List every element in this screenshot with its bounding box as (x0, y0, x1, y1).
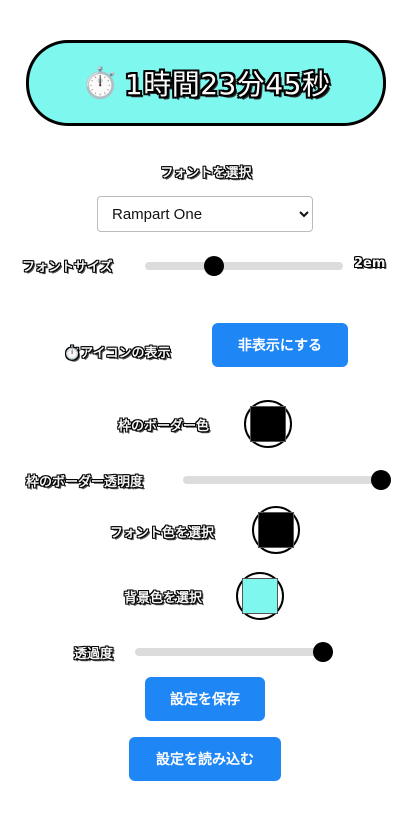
timer-text: 1時間23分45秒 (124, 68, 331, 101)
font-select-label: フォントを選択 (160, 166, 252, 181)
bg-color-swatch (242, 578, 278, 614)
border-color-picker[interactable] (244, 400, 292, 448)
font-select[interactable]: Rampart One (97, 196, 313, 232)
opacity-slider-thumb[interactable] (313, 642, 334, 662)
stopwatch-icon: ⏱️ (81, 65, 119, 101)
border-opacity-slider[interactable] (183, 470, 391, 490)
opacity-slider[interactable] (135, 642, 334, 662)
bg-color-picker[interactable] (236, 572, 284, 620)
border-color-swatch (250, 406, 286, 442)
font-color-swatch (258, 512, 294, 548)
font-color-picker[interactable] (252, 506, 300, 554)
icon-toggle-label: ⏱️アイコンの表示 (64, 346, 171, 361)
font-color-label: フォント色を選択 (110, 526, 215, 541)
load-settings-button[interactable]: 設定を読み込む (129, 737, 281, 781)
font-size-slider-thumb[interactable] (204, 256, 225, 276)
font-size-label: フォントサイズ (22, 260, 113, 275)
hide-icon-button[interactable]: 非表示にする (212, 323, 348, 367)
font-size-slider[interactable] (145, 256, 343, 276)
timer-display: ⏱️ 1時間23分45秒 (26, 40, 386, 126)
bg-color-label: 背景色を選択 (124, 591, 203, 606)
font-size-value: 2em (354, 256, 386, 271)
border-opacity-slider-thumb[interactable] (371, 470, 391, 490)
save-settings-button[interactable]: 設定を保存 (145, 677, 265, 721)
border-color-label: 枠のボーダー色 (118, 419, 210, 434)
opacity-label: 透過度 (74, 647, 114, 662)
border-opacity-label: 枠のボーダー透明度 (26, 475, 144, 490)
